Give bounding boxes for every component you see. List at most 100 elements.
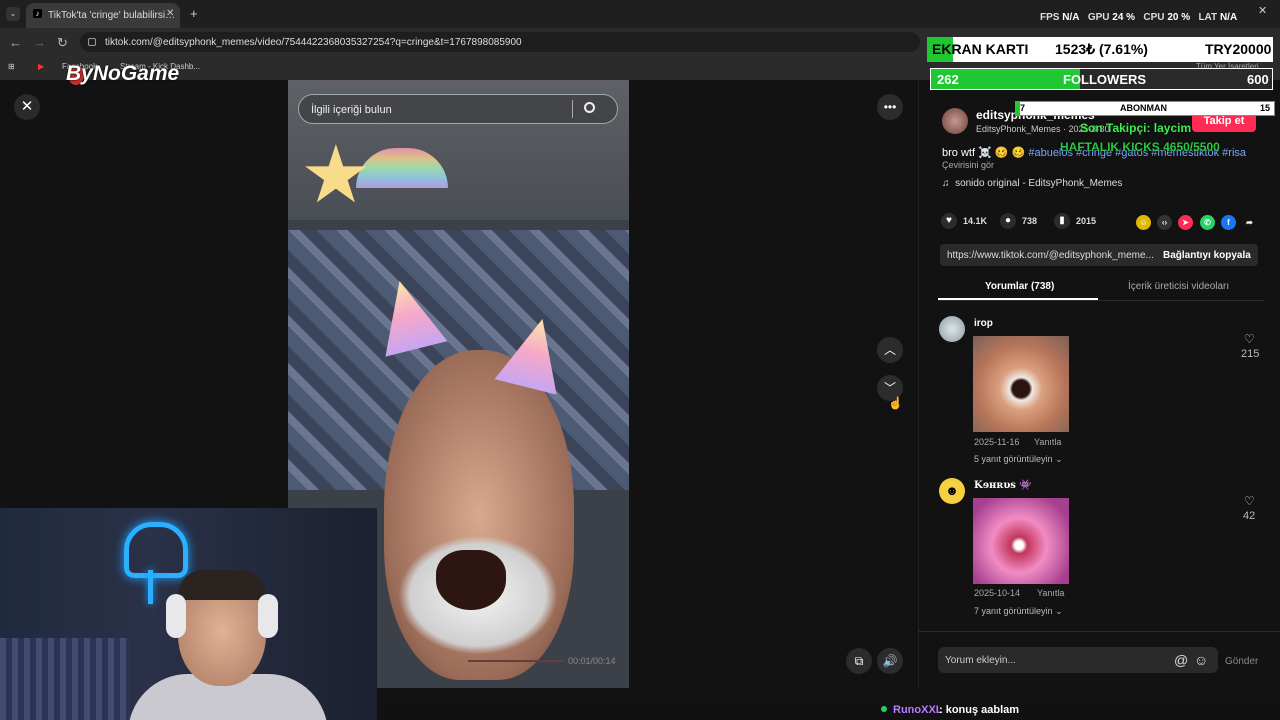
comment-date: 2025-10-14 bbox=[974, 588, 1021, 598]
author-avatar[interactable] bbox=[942, 108, 968, 134]
comment-like-count: 42 bbox=[1243, 510, 1256, 522]
comment-avatar[interactable] bbox=[939, 316, 965, 342]
close-tab-icon[interactable]: ✕ bbox=[166, 8, 174, 19]
reload-icon[interactable]: ↻ bbox=[57, 35, 68, 51]
lat-label: LAT bbox=[1198, 12, 1218, 23]
related-search-placeholder: İlgili içeriği bulun bbox=[311, 104, 392, 116]
coin-share-icon[interactable]: ☺ bbox=[1136, 215, 1151, 230]
tab-comments[interactable]: Yorumlar (738) bbox=[985, 281, 1054, 292]
neon-sign bbox=[124, 522, 188, 578]
mouse-cursor-icon: ☝ bbox=[888, 396, 903, 410]
more-options-icon[interactable]: ••• bbox=[877, 94, 903, 120]
search-icon[interactable] bbox=[584, 102, 595, 113]
followers-goal: 600 bbox=[1247, 72, 1269, 87]
youtube-bookmark-icon[interactable]: ▶ bbox=[38, 62, 44, 71]
back-arrow-icon[interactable]: ← bbox=[9, 35, 22, 50]
see-translation-link[interactable]: Çevirisini gör bbox=[942, 160, 994, 170]
gpu-value: 24 % bbox=[1112, 12, 1136, 23]
gpu-donation-goal-bar: EKRAN KARTI 1523₺ (7.61%) TRY20000 bbox=[927, 37, 1273, 62]
view-replies-link[interactable]: 5 yanıt görüntüleyin ⌄ bbox=[974, 454, 1063, 465]
cpu-label: CPU bbox=[1143, 12, 1165, 23]
video-link[interactable]: https://www.tiktok.com/@editsyphonk_meme… bbox=[947, 250, 1154, 261]
comment-like-heart-icon[interactable]: ♡ bbox=[1244, 332, 1255, 346]
comment-date: 2025-11-16 bbox=[974, 437, 1020, 447]
picture-in-picture-icon[interactable]: ⧉ bbox=[846, 648, 872, 674]
emoji-icon[interactable]: ☺ bbox=[1194, 652, 1208, 668]
view-replies-link[interactable]: 7 yanıt görüntüleyin ⌄ bbox=[974, 606, 1063, 617]
apps-grid-icon[interactable]: ⊞ bbox=[8, 62, 15, 71]
share-arrow-icon[interactable]: ➦ bbox=[1242, 215, 1257, 230]
comment-bubble-icon[interactable]: ● bbox=[1000, 213, 1016, 229]
embed-code-icon[interactable]: ‹› bbox=[1157, 215, 1172, 230]
view-replies-label: 7 yanıt görüntüleyin bbox=[974, 606, 1053, 616]
gpu-label: GPU bbox=[1087, 12, 1110, 23]
streamer-hair bbox=[178, 570, 266, 600]
tab-search-button[interactable]: ⌄ bbox=[6, 7, 20, 21]
send-share-icon[interactable]: ➤ bbox=[1178, 215, 1193, 230]
tab-creator-videos[interactable]: İçerik üreticisi videoları bbox=[1128, 281, 1229, 292]
star-sticker-icon: ★ bbox=[300, 130, 372, 219]
facebook-icon[interactable]: f bbox=[1221, 215, 1236, 230]
window-close-icon[interactable]: ✕ bbox=[1258, 4, 1267, 17]
weekly-kicks-text: HAFTALIK KICKS 4650/5500 bbox=[1060, 140, 1220, 154]
comment-username[interactable]: irop bbox=[974, 318, 993, 329]
chat-username: RunoXXL bbox=[893, 704, 943, 716]
browser-tab[interactable]: TikTok'ta 'cringe' bulabilirsi… bbox=[26, 3, 180, 28]
followers-label: FOLLOWERS bbox=[1063, 72, 1147, 87]
send-comment-button[interactable]: Gönder bbox=[1225, 656, 1258, 667]
video-progress-bar[interactable] bbox=[468, 660, 564, 662]
site-info-icon[interactable] bbox=[88, 38, 96, 46]
comment-like-count: 215 bbox=[1241, 348, 1260, 360]
comment-username[interactable]: Kɘʜʀυs 👾 bbox=[974, 480, 1032, 491]
whatsapp-icon[interactable]: ✆ bbox=[1200, 215, 1215, 230]
comment-image[interactable] bbox=[973, 498, 1069, 584]
tiktok-favicon-icon: ♪ bbox=[33, 9, 42, 18]
comment-reply-link[interactable]: Yanıtla bbox=[1037, 588, 1064, 598]
comment-count: 738 bbox=[1022, 216, 1038, 226]
comment-input-placeholder: Yorum ekleyin... bbox=[945, 655, 1016, 666]
music-title: sonido original - EditsyPhonk_Memes bbox=[955, 178, 1123, 189]
performance-hud: FPS N/A GPU 24 % CPU 20 % LAT N/A bbox=[1040, 12, 1237, 23]
webcam-bed bbox=[0, 638, 130, 720]
fps-value: N/A bbox=[1062, 12, 1080, 23]
comment-avatar[interactable]: ☻ bbox=[939, 478, 965, 504]
like-heart-icon[interactable]: ♥ bbox=[941, 213, 957, 229]
subscriber-goal-bar: 7 ABONMAN 15 bbox=[1015, 101, 1275, 116]
previous-video-chevron-up-icon[interactable]: ︿ bbox=[877, 337, 903, 363]
search-divider bbox=[572, 100, 573, 118]
followers-goal-bar: 262 FOLLOWERS 600 bbox=[930, 68, 1273, 90]
tab-title: TikTok'ta 'cringe' bulabilirsi… bbox=[48, 10, 176, 21]
close-video-button[interactable]: ✕ bbox=[14, 94, 40, 120]
neon-sign-stem bbox=[148, 570, 153, 604]
webcam-overlay bbox=[0, 508, 377, 720]
subscriber-current: 7 bbox=[1020, 103, 1026, 113]
copy-link-button[interactable]: Bağlantıyı kopyala bbox=[1163, 250, 1251, 261]
headphone-left bbox=[166, 594, 186, 638]
view-replies-label: 5 yanıt görüntüleyin bbox=[974, 454, 1053, 464]
forward-arrow-icon[interactable]: → bbox=[33, 35, 46, 50]
comment-image[interactable] bbox=[973, 336, 1069, 432]
chevron-down-icon: ⌄ bbox=[1055, 454, 1063, 464]
bookmark-icon[interactable]: ▮ bbox=[1054, 213, 1070, 229]
related-search-input[interactable]: İlgili içeriği bulun bbox=[298, 94, 618, 124]
cpu-value: 20 % bbox=[1167, 12, 1191, 23]
comment-reply-link[interactable]: Yanıtla bbox=[1034, 437, 1061, 447]
video-mouth bbox=[436, 550, 506, 610]
composer-divider bbox=[918, 631, 1280, 632]
chat-badge-icon bbox=[881, 706, 887, 712]
headphone-right bbox=[258, 594, 278, 638]
chevron-down-icon: ⌄ bbox=[1055, 606, 1063, 616]
active-tab-indicator bbox=[938, 298, 1098, 300]
mention-icon[interactable]: @ bbox=[1174, 652, 1188, 668]
url-bar[interactable]: tiktok.com/@editsyphonk_memes/video/7544… bbox=[80, 32, 920, 52]
new-tab-button[interactable]: + bbox=[190, 6, 198, 21]
fps-label: FPS bbox=[1040, 12, 1060, 23]
url-text: tiktok.com/@editsyphonk_memes/video/7544… bbox=[105, 37, 522, 48]
music-info[interactable]: ♫ sonido original - EditsyPhonk_Memes bbox=[942, 178, 1122, 189]
last-follower-text: Son Takipçi: laycim bbox=[1080, 121, 1192, 135]
save-count: 2015 bbox=[1076, 216, 1097, 226]
volume-icon[interactable]: 🔊 bbox=[877, 648, 903, 674]
comment-like-heart-icon[interactable]: ♡ bbox=[1244, 494, 1255, 508]
lat-value: N/A bbox=[1219, 12, 1238, 23]
stream-chat-bar bbox=[377, 700, 1280, 720]
